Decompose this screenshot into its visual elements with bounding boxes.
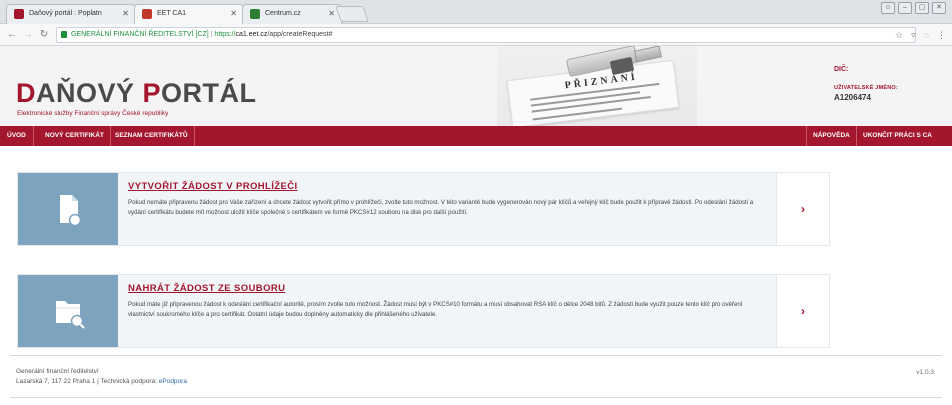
logo-letter-p: P [142, 78, 162, 108]
address-bar[interactable]: GENERÁLNÍ FINANČNÍ ŘEDITELSTVÍ [CZ] | ht… [56, 27, 916, 43]
tab-label: Centrum.cz [265, 10, 301, 17]
close-tab-icon[interactable]: ✕ [122, 5, 129, 23]
footer-address: Lazarská 7, 117 22 Praha 1 | Technická p… [16, 377, 187, 387]
nav-ukoncit[interactable]: UKONČIT PRÁCI S CA [856, 126, 938, 146]
header-banner-image: PŘIZNÁNÍ [497, 46, 697, 126]
portal-logo[interactable]: DAŇOVÝ PORTÁL [16, 78, 257, 108]
browser-tab-centrum[interactable]: Centrum.cz ✕ [242, 4, 342, 24]
tab-favicon-icon [142, 9, 152, 19]
close-tab-icon[interactable]: ✕ [328, 5, 335, 23]
toolbar-icons: ☆ ▿ ◌ ⋮ [895, 28, 946, 42]
nav-seznam-certifikatu[interactable]: SEZNAM CERTIFIKÁTŮ [109, 126, 195, 146]
logo-text-2: ORTÁL [161, 78, 257, 108]
main-navigation: ÚVOD NOVÝ CERTIFIKÁT SEZNAM CERTIFIKÁTŮ … [0, 126, 952, 146]
browser-tab-eet-ca1[interactable]: EET CA1 ✕ [134, 4, 244, 25]
tab-favicon-icon [14, 9, 24, 19]
tab-label: Daňový portál : Poplatn [29, 10, 102, 17]
nav-napoveda[interactable]: NÁPOVĚDA [806, 126, 856, 146]
url-host: ca1.eet.cz [235, 31, 268, 38]
tab-favicon-icon [250, 9, 260, 19]
browser-toolbar: ← → ↻ GENERÁLNÍ FINANČNÍ ŘEDITELSTVÍ [CZ… [0, 24, 952, 46]
logo-text-1: AŇOVÝ [36, 78, 143, 108]
new-tab-button[interactable] [335, 6, 369, 22]
upload-request-title[interactable]: NAHRÁT ŽÁDOST ZE SOUBORU [128, 283, 768, 294]
footer-org: Generální finanční ředitelství [16, 368, 99, 375]
bookmark-star-icon[interactable]: ☆ [895, 28, 903, 42]
menu-icon[interactable]: ⋮ [937, 28, 946, 42]
user-profile-icon[interactable]: ☺ [881, 2, 895, 14]
chevron-right-icon[interactable]: › [776, 275, 829, 347]
site-footer: Generální finanční ředitelství Lazarská … [16, 367, 187, 387]
close-tab-icon[interactable]: ✕ [230, 5, 237, 23]
window-controls: ☺ – ▢ ✕ [881, 2, 946, 14]
back-arrow-icon[interactable]: ← [6, 28, 18, 42]
usb-drive-plug [634, 46, 662, 63]
nav-uvod[interactable]: ÚVOD [0, 126, 34, 146]
forward-arrow-icon[interactable]: → [22, 28, 34, 42]
dic-label: DIČ: [834, 66, 849, 73]
upload-request-description: Pokud máte již připravenou žádost k odes… [128, 301, 743, 318]
footer-address-text: Lazarská 7, 117 22 Praha 1 | Technická p… [16, 378, 159, 385]
site-header: DAŇOVÝ PORTÁL Elektronické služby Finanč… [0, 46, 952, 126]
create-request-title[interactable]: VYTVOŘIT ŽÁDOST V PROHLÍŽEČI [128, 181, 768, 192]
card-content: VYTVOŘIT ŽÁDOST V PROHLÍŽEČI Pokud nemát… [128, 181, 768, 218]
app-version: v1.0.3 [916, 369, 934, 376]
maximize-icon[interactable]: ▢ [915, 2, 929, 14]
username-label: UŽIVATELSKÉ JMÉNO: [834, 85, 898, 91]
close-window-icon[interactable]: ✕ [932, 2, 946, 14]
extension-icon-2[interactable]: ◌ [924, 28, 929, 42]
footer-divider [10, 355, 942, 356]
browser-tab-danovy-portal[interactable]: Daňový portál : Poplatn ✕ [6, 4, 136, 24]
create-request-card[interactable]: VYTVOŘIT ŽÁDOST V PROHLÍŽEČI Pokud nemát… [17, 172, 830, 246]
extension-icon[interactable]: ▿ [911, 28, 916, 42]
lock-icon [61, 31, 67, 38]
folder-search-icon [56, 301, 85, 329]
card-content: NAHRÁT ŽÁDOST ZE SOUBORU Pokud máte již … [128, 283, 768, 320]
browser-tab-strip: Daňový portál : Poplatn ✕ EET CA1 ✕ Cent… [0, 0, 952, 25]
logo-letter-d: D [16, 78, 36, 108]
tab-label: EET CA1 [157, 10, 187, 17]
url-text: https://ca1.eet.cz/app/createRequest# [214, 31, 332, 38]
footer-bottom-divider [10, 397, 942, 398]
address-separator: | [210, 31, 213, 38]
site-identity: GENERÁLNÍ FINANČNÍ ŘEDITELSTVÍ [CZ] [71, 31, 209, 38]
user-info: DIČ: UŽIVATELSKÉ JMÉNO: A1206474 [834, 66, 898, 102]
url-path: /app/createRequest# [267, 31, 333, 38]
username-value: A1206474 [834, 93, 871, 102]
minimize-icon[interactable]: – [898, 2, 912, 14]
epodpora-link[interactable]: ePodpora [159, 378, 187, 385]
url-scheme: https:// [214, 31, 236, 38]
card-icon-panel [18, 275, 118, 347]
create-request-description: Pokud nemáte připravenu žádost pro Vaše … [128, 199, 754, 216]
portal-subtitle: Elektronické služby Finanční správy Česk… [17, 110, 169, 117]
card-icon-panel [18, 173, 118, 245]
nav-novy-certifikat[interactable]: NOVÝ CERTIFIKÁT [39, 126, 111, 146]
reload-icon[interactable]: ↻ [38, 28, 50, 42]
document-icon [60, 195, 82, 227]
upload-request-card[interactable]: NAHRÁT ŽÁDOST ZE SOUBORU Pokud máte již … [17, 274, 830, 348]
chevron-right-icon[interactable]: › [776, 173, 829, 245]
